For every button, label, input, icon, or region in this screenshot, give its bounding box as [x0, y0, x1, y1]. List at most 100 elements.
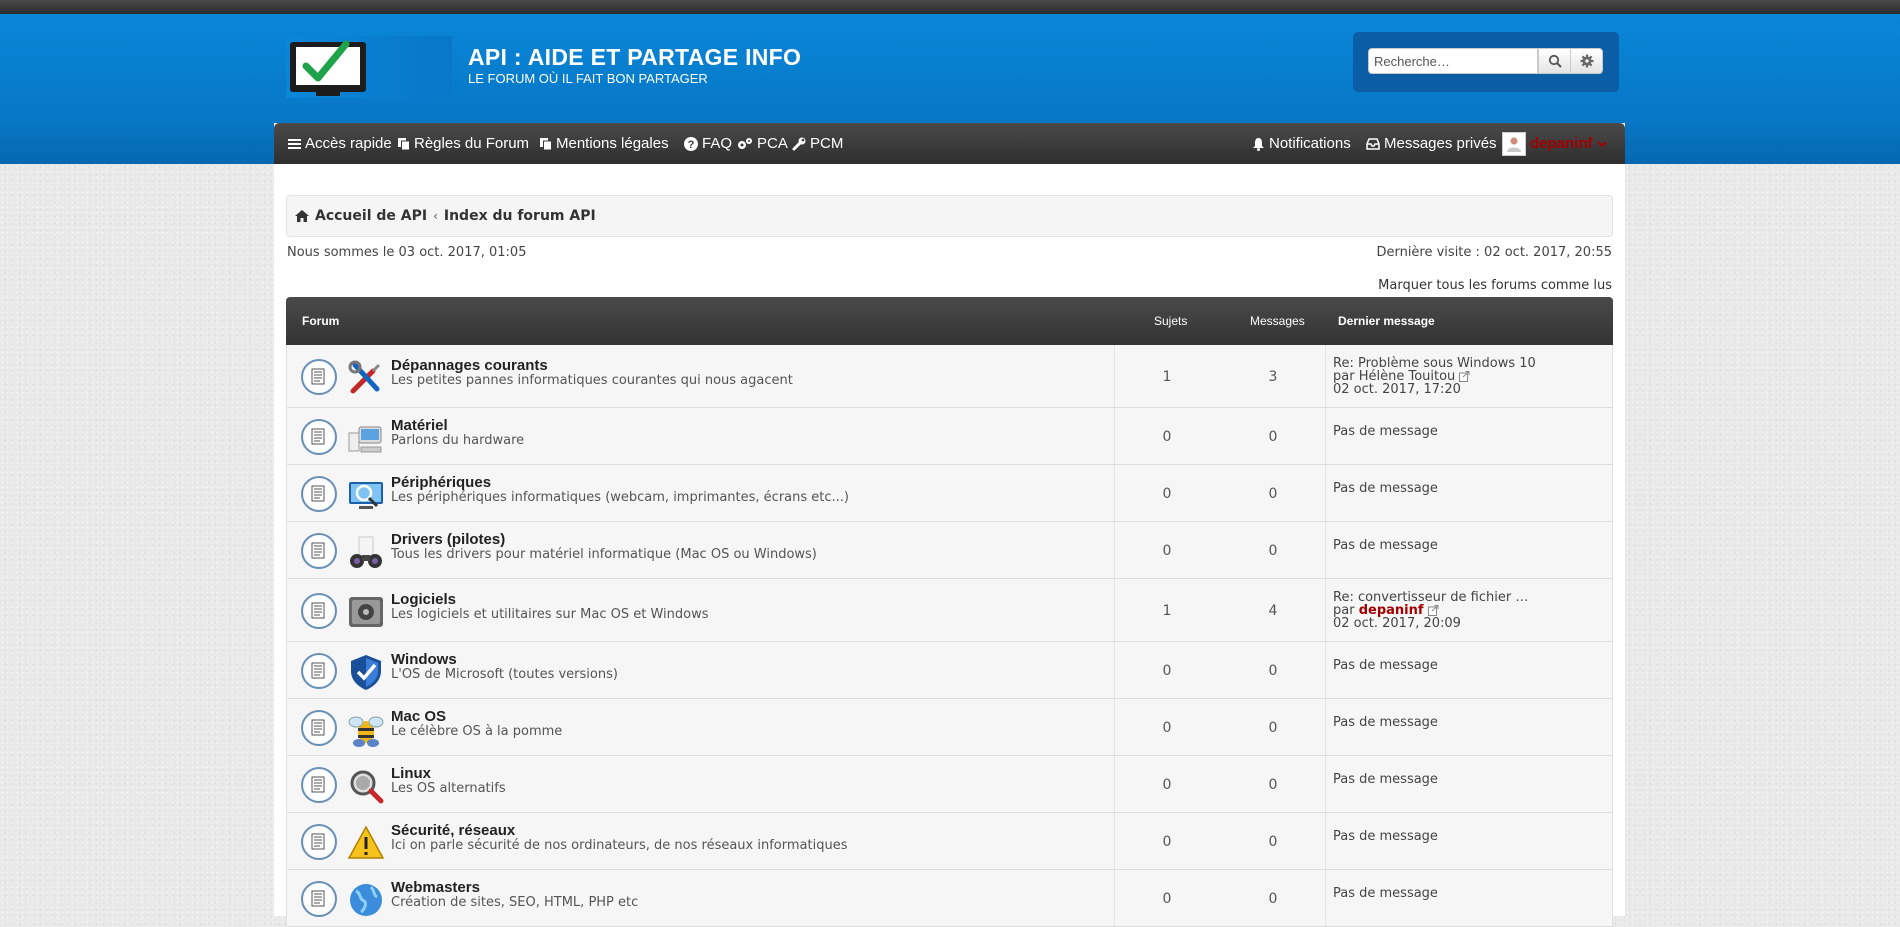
rules-link[interactable]: Règles du Forum	[398, 123, 529, 164]
last-post-none: Pas de message	[1333, 423, 1438, 439]
quick-access-label: Accès rapide	[305, 135, 392, 152]
forum-read-icon	[311, 776, 325, 792]
forum-row: Mac OS Le célèbre OS à la pomme 0 0 Pas de m…	[286, 699, 1613, 756]
home-icon	[295, 210, 309, 222]
forum-title[interactable]: Mac OS	[391, 708, 446, 725]
shield-icon	[347, 653, 385, 691]
header-posts: Messages	[1250, 314, 1305, 328]
topics-count: 0	[1162, 662, 1172, 679]
forum-description: Le célèbre OS à la pomme	[391, 723, 563, 739]
forum-row: Windows L'OS de Microsoft (toutes version…	[286, 642, 1613, 699]
forum-description: Tous les drivers pour matériel informati…	[391, 546, 817, 562]
header-forum: Forum	[302, 314, 340, 328]
private-messages-link[interactable]: Messages privés	[1366, 123, 1497, 164]
forum-title[interactable]: Périphériques	[391, 474, 491, 491]
breadcrumb-home[interactable]: Accueil de API	[315, 208, 427, 224]
last-post-info: Re: convertisseur de fichier … par depani…	[1333, 591, 1528, 630]
user-avatar-icon	[1507, 137, 1521, 152]
forum-row: Matériel Parlons du hardware 0 0 Pas de mess…	[286, 408, 1613, 465]
question-circle-icon: ?	[684, 136, 698, 151]
faq-link[interactable]: ? FAQ	[684, 123, 732, 164]
quick-access-menu[interactable]: Accès rapide	[288, 123, 392, 164]
last-post-date: 02 oct. 2017, 17:20	[1333, 381, 1461, 397]
topics-count: 0	[1162, 542, 1172, 559]
forum-description: Parlons du hardware	[391, 432, 525, 448]
site-subtitle: LE FORUM OÙ IL FAIT BON PARTAGER	[468, 71, 708, 86]
forum-read-icon	[311, 890, 325, 906]
forum-read-icon	[311, 542, 325, 558]
header-last-post: Dernier message	[1338, 314, 1435, 328]
search-button[interactable]	[1538, 48, 1571, 74]
posts-count: 0	[1268, 890, 1278, 907]
last-visit: Dernière visite : 02 oct. 2017, 20:55	[1376, 245, 1612, 260]
posts-count: 0	[1268, 428, 1278, 445]
forum-description: Les logiciels et utilitaires sur Mac OS …	[391, 606, 709, 622]
view-latest-post-icon[interactable]	[1427, 604, 1439, 616]
column-divider	[1325, 522, 1326, 578]
legal-link[interactable]: Mentions légales	[540, 123, 669, 164]
forum-title[interactable]: Drivers (pilotes)	[391, 531, 505, 548]
pca-link[interactable]: PCA	[737, 123, 788, 164]
avatar	[1502, 131, 1526, 156]
column-divider	[1114, 813, 1115, 869]
warning-icon	[347, 824, 385, 862]
column-divider	[1325, 579, 1326, 641]
wrench-icon	[792, 137, 806, 150]
last-post-none: Pas de message	[1333, 771, 1438, 787]
navbar: Accès rapide Règles du Forum Mentions lé…	[274, 123, 1625, 164]
posts-count: 0	[1268, 833, 1278, 850]
forum-row: Linux Les OS alternatifs 0 0 Pas de message	[286, 756, 1613, 813]
forum-description: Les petites pannes informatiques courant…	[391, 372, 793, 388]
forum-read-icon	[311, 368, 325, 384]
posts-count: 0	[1268, 485, 1278, 502]
forum-row: Logiciels Les logiciels et utilitaires su…	[286, 579, 1613, 642]
bell-icon	[1253, 137, 1264, 151]
gear-icon	[1580, 54, 1593, 68]
forum-title[interactable]: Webmasters	[391, 879, 480, 896]
forum-title[interactable]: Linux	[391, 765, 431, 782]
forum-title[interactable]: Logiciels	[391, 591, 456, 608]
forum-description: Création de sites, SEO, HTML, PHP etc	[391, 894, 639, 910]
column-divider	[1325, 345, 1326, 407]
column-divider	[1114, 522, 1115, 578]
globe-icon	[347, 881, 385, 919]
topics-count: 0	[1162, 776, 1172, 793]
topics-count: 0	[1162, 719, 1172, 736]
forum-description: Les périphériques informatiques (webcam,…	[391, 489, 849, 505]
forum-title[interactable]: Windows	[391, 651, 457, 668]
topics-count: 0	[1162, 485, 1172, 502]
view-latest-post-icon[interactable]	[1459, 370, 1470, 382]
mark-all-read-link[interactable]: Marquer tous les forums comme lus	[1378, 278, 1612, 293]
page-wrap: Accès rapide Règles du Forum Mentions lé…	[274, 123, 1625, 927]
faq-label: FAQ	[702, 135, 733, 152]
forum-title[interactable]: Matériel	[391, 417, 448, 434]
forum-title[interactable]: Dépannages courants	[391, 357, 548, 374]
notifications-link[interactable]: Notifications	[1252, 123, 1351, 164]
topics-count: 0	[1162, 428, 1172, 445]
user-menu[interactable]: depaninf	[1502, 123, 1607, 164]
forum-title[interactable]: Sécurité, réseaux	[391, 822, 515, 839]
site-title[interactable]: API : AIDE ET PARTAGE INFO	[468, 44, 801, 71]
pcm-link[interactable]: PCM	[792, 123, 843, 164]
forum-read-icon	[311, 719, 325, 735]
monitor-magnifier-icon	[347, 476, 385, 514]
chevron-down-icon	[1596, 140, 1607, 147]
forum-row: Dépannages courants Les petites pannes in…	[286, 345, 1613, 408]
breadcrumb-index[interactable]: Index du forum API	[444, 208, 596, 224]
forum-status-icon	[301, 709, 337, 746]
forum-status-icon	[301, 880, 337, 917]
search-icon	[1548, 54, 1562, 68]
column-divider	[1114, 642, 1115, 698]
forum-description: Les OS alternatifs	[391, 780, 506, 796]
forum-status-icon	[301, 766, 337, 803]
topics-count: 1	[1162, 602, 1172, 619]
advanced-search-button[interactable]	[1570, 48, 1603, 74]
column-divider	[1325, 642, 1326, 698]
column-divider	[1325, 465, 1326, 521]
forum-read-icon	[311, 428, 325, 444]
search-input[interactable]	[1368, 48, 1538, 74]
notifications-label: Notifications	[1269, 135, 1351, 152]
site-logo[interactable]	[286, 36, 452, 98]
forum-row: Webmasters Création de sites, SEO, HTML, …	[286, 870, 1613, 927]
pcm-label: PCM	[810, 135, 844, 152]
